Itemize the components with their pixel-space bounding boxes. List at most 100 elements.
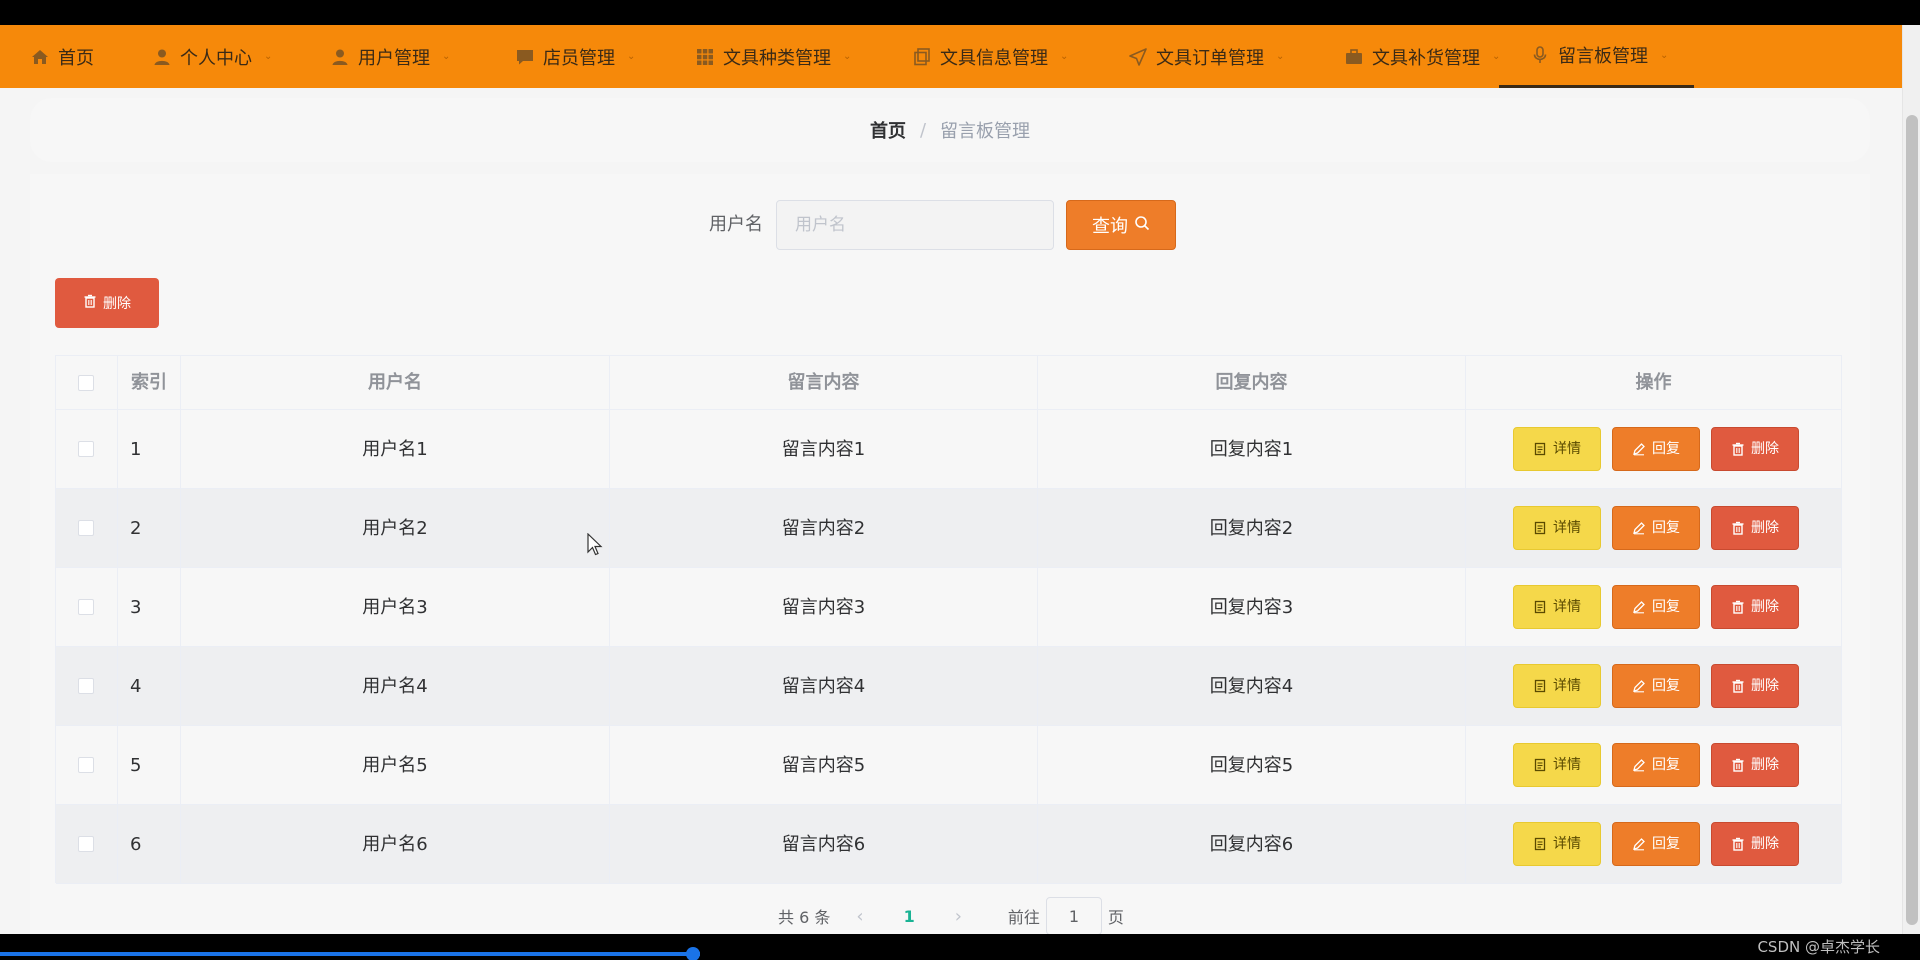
row-index: 6 (118, 805, 181, 884)
video-progress-bar[interactable] (0, 952, 700, 956)
prev-page-button[interactable]: ‹ (856, 906, 863, 927)
reply-button[interactable]: 回复 (1612, 427, 1700, 471)
edit-icon (1632, 442, 1646, 456)
delete-button[interactable]: 删除 (1711, 664, 1799, 708)
nav-item-4[interactable]: 文具种类管理 ⌄ (695, 25, 851, 88)
nav-item-0[interactable]: 首页 (30, 25, 94, 88)
scrollbar-thumb[interactable] (1906, 115, 1918, 925)
row-actions: 详情 回复 删除 (1466, 805, 1841, 884)
nav-item-7[interactable]: 文具补货管理 ⌄ (1344, 25, 1500, 88)
header-username: 用户名 (181, 356, 610, 410)
nav-item-label: 个人中心 (180, 47, 252, 69)
page-scrollbar[interactable] (1902, 25, 1920, 934)
reply-button-label: 回复 (1652, 441, 1680, 457)
reply-button[interactable]: 回复 (1612, 822, 1700, 866)
send-icon (1128, 47, 1148, 67)
nav-item-8[interactable]: 留言板管理 ⌄ (1499, 25, 1695, 88)
row-checkbox[interactable] (78, 441, 94, 457)
pagination: 共 6 条 ‹ 1 › 前往 页 (778, 895, 1124, 937)
nav-item-label: 文具订单管理 (1156, 47, 1264, 69)
detail-button-label: 详情 (1553, 757, 1581, 773)
mouse-cursor-icon (587, 533, 603, 556)
chevron-down-icon: ⌄ (1276, 51, 1285, 62)
row-reply: 回复内容2 (1038, 489, 1466, 568)
select-all-checkbox[interactable] (78, 375, 94, 391)
chevron-down-icon: ⌄ (442, 51, 451, 62)
document-icon (1533, 442, 1547, 456)
reply-button[interactable]: 回复 (1612, 585, 1700, 629)
video-progress-handle[interactable] (686, 947, 700, 960)
user-icon (330, 47, 350, 67)
nav-item-6[interactable]: 文具订单管理 ⌄ (1128, 25, 1284, 88)
edit-icon (1632, 600, 1646, 614)
chevron-down-icon: ⌄ (1060, 51, 1069, 62)
row-reply: 回复内容4 (1038, 647, 1466, 726)
nav-item-label: 文具补货管理 (1372, 47, 1480, 69)
search-button[interactable]: 查询 (1066, 200, 1176, 250)
row-checkbox[interactable] (78, 757, 94, 773)
row-index: 2 (118, 489, 181, 568)
table-header: 索引 用户名 留言内容 回复内容 操作 (56, 356, 1841, 410)
detail-button[interactable]: 详情 (1513, 427, 1601, 471)
row-checkbox[interactable] (78, 599, 94, 615)
row-checkbox[interactable] (78, 836, 94, 852)
watermark: CSDN @卓杰学长 (1757, 938, 1880, 956)
row-username: 用户名5 (181, 726, 610, 805)
reply-button[interactable]: 回复 (1612, 743, 1700, 787)
edit-icon (1632, 679, 1646, 693)
delete-button[interactable]: 删除 (1711, 427, 1799, 471)
trash-icon (1731, 521, 1745, 535)
trash-icon (1731, 442, 1745, 456)
header-actions: 操作 (1635, 372, 1672, 393)
row-message: 留言内容2 (610, 489, 1038, 568)
trash-icon (83, 294, 97, 312)
chevron-down-icon: ⌄ (627, 51, 636, 62)
goto-page-input[interactable] (1045, 897, 1102, 935)
row-reply: 回复内容1 (1038, 410, 1466, 489)
row-select-cell (56, 647, 118, 726)
row-checkbox[interactable] (78, 678, 94, 694)
reply-button[interactable]: 回复 (1612, 506, 1700, 550)
detail-button[interactable]: 详情 (1513, 743, 1601, 787)
breadcrumb-separator: / (919, 119, 927, 141)
detail-button-label: 详情 (1553, 836, 1581, 852)
page-number-1[interactable]: 1 (904, 907, 915, 926)
delete-button-label: 删除 (1751, 441, 1779, 457)
detail-button[interactable]: 详情 (1513, 822, 1601, 866)
detail-button[interactable]: 详情 (1513, 664, 1601, 708)
trash-icon (1731, 679, 1745, 693)
delete-button-label: 删除 (1751, 599, 1779, 615)
delete-button[interactable]: 删除 (1711, 743, 1799, 787)
breadcrumb-home[interactable]: 首页 (870, 117, 906, 143)
breadcrumb-current: 留言板管理 (940, 121, 1031, 142)
nav-item-3[interactable]: 店员管理 ⌄ (515, 25, 635, 88)
document-icon (1533, 758, 1547, 772)
bulk-delete-button[interactable]: 删除 (55, 278, 159, 328)
detail-button[interactable]: 详情 (1513, 585, 1601, 629)
username-search-input[interactable] (776, 200, 1054, 250)
page-unit-label: 页 (1107, 908, 1124, 927)
trash-icon (1731, 837, 1745, 851)
nav-item-label: 店员管理 (543, 47, 615, 69)
next-page-button[interactable]: › (955, 906, 962, 927)
message-table: 索引 用户名 留言内容 回复内容 操作 1 用户名1 留言内容1 回复内容1 详情 回复删… (55, 355, 1842, 884)
delete-button[interactable]: 删除 (1711, 506, 1799, 550)
delete-button[interactable]: 删除 (1711, 585, 1799, 629)
nav-item-1[interactable]: 个人中心 ⌄ (152, 25, 272, 88)
delete-button[interactable]: 删除 (1711, 822, 1799, 866)
row-select-cell (56, 489, 118, 568)
header-reply: 回复内容 (1038, 356, 1466, 410)
row-actions: 详情 回复 删除 (1466, 647, 1841, 726)
nav-item-label: 文具种类管理 (723, 47, 831, 69)
trash-icon (1731, 600, 1745, 614)
window-top-bar (0, 0, 1920, 25)
nav-item-2[interactable]: 用户管理 ⌄ (330, 25, 450, 88)
nav-item-5[interactable]: 文具信息管理 ⌄ (912, 25, 1068, 88)
edit-icon (1632, 521, 1646, 535)
reply-button[interactable]: 回复 (1612, 664, 1700, 708)
row-index: 5 (118, 726, 181, 805)
row-checkbox[interactable] (78, 520, 94, 536)
row-actions: 详情 回复 删除 (1466, 726, 1841, 805)
table-row: 4 用户名4 留言内容4 回复内容4 详情 回复 删除 (56, 647, 1841, 726)
detail-button[interactable]: 详情 (1513, 506, 1601, 550)
